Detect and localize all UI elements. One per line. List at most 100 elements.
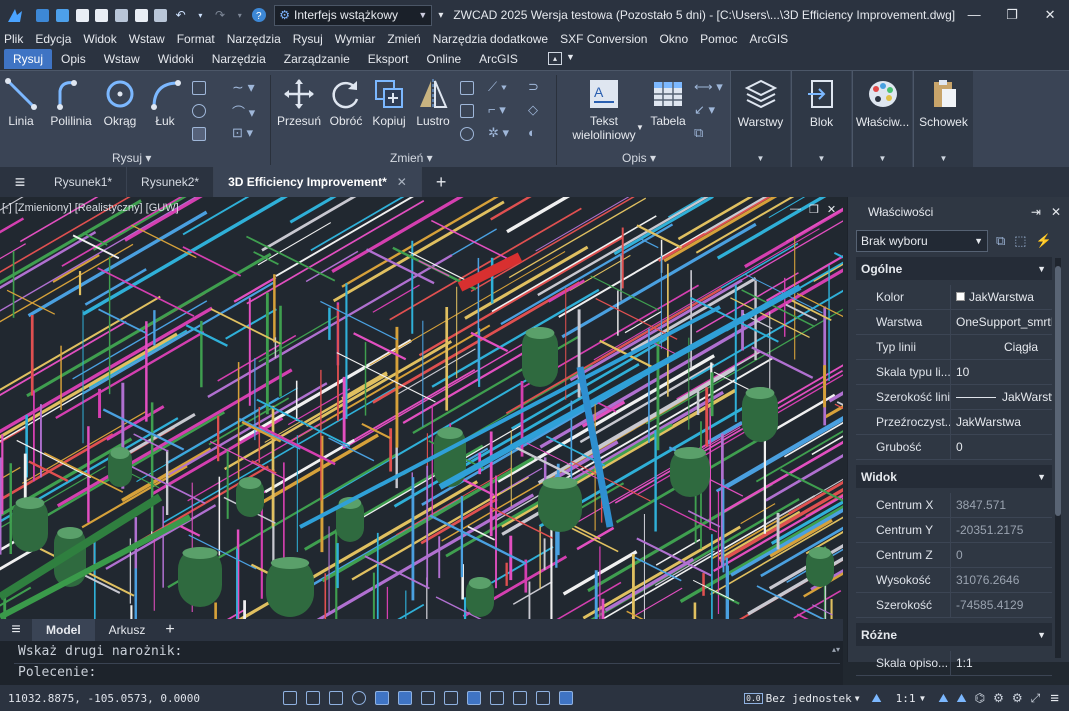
trim-icon[interactable]: ⟋ ▾ [488,79,507,95]
menu-item[interactable]: Wstaw [129,32,165,46]
break-icon[interactable]: ◐ [528,125,536,140]
ribbon-options-icon[interactable]: ▼ [566,52,575,62]
clean-screen-icon[interactable]: ⤢ [1031,691,1041,706]
property-value[interactable]: OneSupport_smrtIn [950,309,1052,335]
properties-scrollbar[interactable] [1055,258,1061,658]
menu-item[interactable]: Narzędzia dodatkowe [433,32,548,46]
circle-button[interactable]: Okrąg [102,77,138,128]
ribbon-tab[interactable]: Rysuj [4,49,53,69]
menu-item[interactable]: Plik [4,32,23,46]
property-row[interactable]: Wysokość 31076.2646 [856,567,1052,593]
autohide-icon[interactable]: ⇥ [1031,205,1041,219]
property-row[interactable]: Szerokość linii JakWarstwa [856,384,1052,410]
properties-section-general[interactable]: Ogólne ▼ [856,257,1052,280]
menu-item[interactable]: Narzędzia [227,32,281,46]
explode-icon[interactable]: ✲ ▾ [488,125,509,141]
chevron-down-icon[interactable]: ▼ [919,694,927,703]
annotation-visibility-icon[interactable]: ⛰ [938,691,948,706]
auto-scale-icon[interactable]: ⛰ [957,691,967,706]
units-select[interactable]: 0.0 Bez jednostek ▼ [744,692,860,705]
help-icon[interactable]: ? [251,5,269,25]
menu-item[interactable]: Rysuj [293,32,323,46]
properties-section-view[interactable]: Widok ▼ [856,465,1052,488]
ribbon-tab[interactable]: Zarządzanie [275,49,359,69]
ribbon-tab[interactable]: Narzędzia [203,49,275,69]
array-icon[interactable] [460,127,474,141]
redo-icon[interactable]: ↷ [211,5,229,25]
ribbon-tab[interactable]: Opis [52,49,95,69]
drawing-viewport[interactable] [0,197,843,619]
save-icon[interactable] [73,5,91,25]
app-logo-icon[interactable] [6,5,24,25]
menu-item[interactable]: SXF Conversion [560,32,647,46]
rotate-button[interactable]: Obróć [327,77,365,128]
hatch-icon[interactable] [192,127,206,141]
annotation-monitor-icon[interactable] [536,691,551,705]
close-tab-icon[interactable]: ✕ [397,175,407,189]
command-scroll-icon[interactable]: ▴▾ [832,645,840,654]
transparency-icon[interactable] [467,691,482,705]
markup-icon[interactable]: ⧉ [694,125,703,141]
snap-icon[interactable] [306,691,321,705]
region-icon[interactable]: ⌒ ▾ [232,102,255,121]
new-tab-icon[interactable]: + [422,172,461,193]
property-row[interactable]: Centrum X 3847.571 [856,492,1052,518]
properties-section-misc[interactable]: Różne ▼ [856,623,1052,646]
property-value[interactable]: 3847.571 [950,492,1052,518]
property-row[interactable]: Kolor JakWarstwa [856,284,1052,310]
ribbon-minimize-icon[interactable]: ▴ [548,52,562,65]
viewport-close-icon[interactable]: ✕ [827,203,836,216]
hardware-acceleration-icon[interactable]: ⚙ [993,691,1004,705]
redo-dropdown-icon[interactable]: ▾ [231,5,249,25]
maximize-icon[interactable]: ❐ [993,7,1031,23]
toggle-pickadd-icon[interactable]: ⧉ [996,233,1005,249]
ribbon-tab[interactable]: Wstaw [95,49,149,69]
polyline-button[interactable]: Polilinia [48,77,94,128]
quick-properties-icon[interactable] [490,691,505,705]
properties-panel-button[interactable]: Właściw... ▼ [852,71,912,167]
viewport-minimize-icon[interactable]: — [790,203,801,216]
quick-select-icon[interactable]: ⚡ [1036,233,1052,249]
selection-cycling-icon[interactable] [513,691,528,705]
layout-tab[interactable]: Model [32,619,95,641]
close-icon[interactable]: ✕ [1031,7,1069,23]
property-row[interactable]: Typ linii Ciągła [856,334,1052,360]
property-value[interactable]: JakWarstwa [950,284,1052,310]
rectangle-icon[interactable] [192,81,206,95]
menu-item[interactable]: Wymiar [335,32,376,46]
selection-dropdown[interactable]: Brak wyboru ▼ [856,230,988,252]
layout-menu-icon[interactable]: ≡ [0,621,32,639]
modify-group-label[interactable]: Zmień ▾ [390,151,433,165]
leader-icon[interactable]: ↙ ▾ [694,102,715,118]
command-prompt[interactable]: Polecenie: [18,665,96,680]
draw-group-label[interactable]: Rysuj ▾ [112,151,151,165]
workspace-select[interactable]: ⚙ Interfejs wstążkowy ▼ [274,4,433,26]
minimize-icon[interactable]: — [955,7,993,23]
new-file-icon[interactable] [34,5,52,25]
fillet-icon[interactable]: ⌐ ▾ [488,102,506,118]
property-row[interactable]: Szerokość -74585.4129 [856,592,1052,618]
property-value[interactable]: JakWarstwa [950,409,1052,435]
property-row[interactable]: Skala typu li... 10 [856,359,1052,385]
undo-dropdown-icon[interactable]: ▾ [192,5,210,25]
erase-icon[interactable]: ◇ [528,102,538,118]
annotation-group-label[interactable]: Opis ▾ [622,151,656,165]
ribbon-tab[interactable]: ArcGIS [470,49,527,69]
boundary-icon[interactable]: ⊡ ▾ [232,125,253,141]
property-value[interactable]: -20351.2175 [950,517,1052,543]
new-layout-icon[interactable]: + [159,621,180,639]
grid-icon[interactable] [283,691,298,705]
object-track-icon[interactable] [398,691,413,705]
menu-item[interactable]: Zmień [387,32,420,46]
document-tab[interactable]: 3D Efficiency Improvement* ✕ [214,167,422,197]
menu-item[interactable]: Okno [659,32,688,46]
block-button[interactable]: Blok ▼ [791,71,851,167]
annotation-scale[interactable]: 1:1 [896,692,916,705]
undo-icon[interactable]: ↶ [172,5,190,25]
linear-dimension-icon[interactable]: ⟷ ▾ [694,79,723,95]
menu-item[interactable]: Pomoc [700,32,737,46]
property-row[interactable]: Przeźroczyst... JakWarstwa [856,409,1052,435]
copy-button[interactable]: Kopiuj [370,77,408,128]
property-value[interactable]: 31076.2646 [950,567,1052,593]
layers-button[interactable]: Warstwy ▼ [730,71,790,167]
